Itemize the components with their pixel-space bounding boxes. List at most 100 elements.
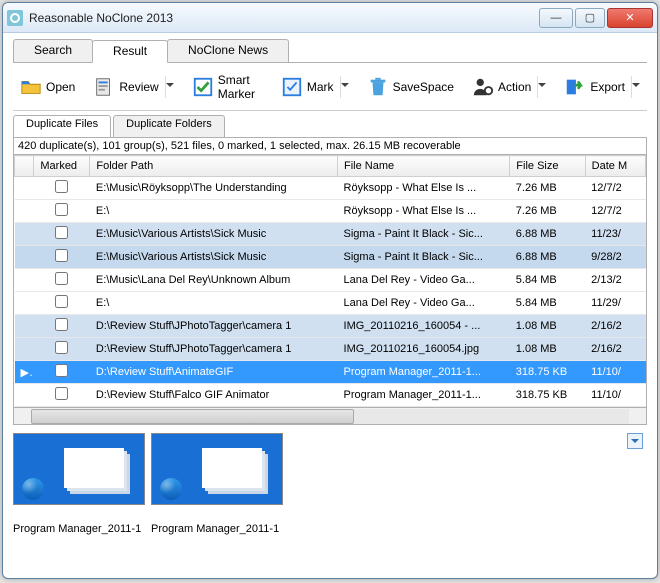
row-checkbox[interactable] bbox=[55, 226, 68, 239]
date-cell: 12/7/2 bbox=[585, 200, 645, 223]
mark-button[interactable]: Mark bbox=[274, 71, 356, 103]
save-space-label: SaveSpace bbox=[393, 80, 454, 94]
preview-thumbnail[interactable] bbox=[151, 433, 283, 505]
marked-cell[interactable] bbox=[34, 292, 90, 315]
folder-cell: E:\Music\Various Artists\Sick Music bbox=[90, 246, 338, 269]
mark-label: Mark bbox=[307, 80, 334, 94]
marked-cell[interactable] bbox=[34, 223, 90, 246]
action-dropdown[interactable] bbox=[537, 76, 546, 98]
table-row[interactable]: D:\Review Stuff\JPhotoTagger\camera 1IMG… bbox=[15, 315, 646, 338]
review-button[interactable]: Review bbox=[86, 71, 180, 103]
tab-result[interactable]: Result bbox=[92, 40, 168, 63]
filename-cell: IMG_20110216_160054.jpg bbox=[338, 338, 510, 361]
row-checkbox[interactable] bbox=[55, 341, 68, 354]
export-button[interactable]: Export bbox=[557, 71, 647, 103]
table-row[interactable]: E:\Music\Various Artists\Sick MusicSigma… bbox=[15, 246, 646, 269]
marked-cell[interactable] bbox=[34, 200, 90, 223]
action-label: Action bbox=[498, 80, 531, 94]
trash-icon bbox=[367, 76, 389, 98]
download-icon[interactable] bbox=[627, 433, 643, 449]
marked-cell[interactable] bbox=[34, 177, 90, 200]
export-icon bbox=[564, 76, 586, 98]
marked-cell[interactable] bbox=[34, 384, 90, 407]
action-button[interactable]: Action bbox=[465, 71, 553, 103]
marked-cell[interactable] bbox=[34, 338, 90, 361]
date-cell: 2/16/2 bbox=[585, 338, 645, 361]
date-cell: 9/28/2 bbox=[585, 246, 645, 269]
open-button[interactable]: Open bbox=[13, 71, 82, 103]
folder-cell: E:\Music\Various Artists\Sick Music bbox=[90, 223, 338, 246]
tab-news[interactable]: NoClone News bbox=[167, 39, 289, 62]
col-folder[interactable]: Folder Path bbox=[90, 156, 338, 177]
date-cell: 12/7/2 bbox=[585, 177, 645, 200]
row-checkbox[interactable] bbox=[55, 249, 68, 262]
date-cell: 11/10/ bbox=[585, 384, 645, 407]
folder-cell: E:\ bbox=[90, 200, 338, 223]
filename-cell: IMG_20110216_160054 - ... bbox=[338, 315, 510, 338]
preview-caption: Program Manager_2011-1 bbox=[13, 523, 145, 535]
review-icon bbox=[93, 76, 115, 98]
results-grid[interactable]: Marked Folder Path File Name File Size D… bbox=[13, 155, 647, 408]
titlebar[interactable]: Reasonable NoClone 2013 — ▢ ✕ bbox=[3, 3, 657, 33]
export-label: Export bbox=[590, 80, 625, 94]
row-pointer bbox=[15, 338, 34, 361]
table-row[interactable]: E:\Music\Various Artists\Sick MusicSigma… bbox=[15, 223, 646, 246]
col-date[interactable]: Date M bbox=[585, 156, 645, 177]
close-button[interactable]: ✕ bbox=[607, 8, 653, 28]
row-pointer bbox=[15, 177, 34, 200]
marked-cell[interactable] bbox=[34, 246, 90, 269]
size-cell: 1.08 MB bbox=[510, 315, 585, 338]
row-checkbox[interactable] bbox=[55, 387, 68, 400]
mark-dropdown[interactable] bbox=[340, 76, 349, 98]
main-tabs: Search Result NoClone News bbox=[13, 39, 647, 63]
minimize-button[interactable]: — bbox=[539, 8, 573, 28]
filename-cell: Sigma - Paint It Black - Sic... bbox=[338, 223, 510, 246]
table-row[interactable]: ▶D:\Review Stuff\AnimateGIFProgram Manag… bbox=[15, 361, 646, 384]
table-row[interactable]: E:\Röyksopp - What Else Is ...7.26 MB12/… bbox=[15, 200, 646, 223]
row-pointer bbox=[15, 269, 34, 292]
filename-cell: Program Manager_2011-1... bbox=[338, 384, 510, 407]
col-size[interactable]: File Size bbox=[510, 156, 585, 177]
folder-cell: E:\Music\Röyksopp\The Understanding bbox=[90, 177, 338, 200]
filename-cell: Lana Del Rey - Video Ga... bbox=[338, 269, 510, 292]
row-indicator-header bbox=[15, 156, 34, 177]
save-space-button[interactable]: SaveSpace bbox=[360, 71, 461, 103]
preview-thumbnail[interactable] bbox=[13, 433, 145, 505]
row-checkbox[interactable] bbox=[55, 203, 68, 216]
size-cell: 5.84 MB bbox=[510, 292, 585, 315]
col-marked[interactable]: Marked bbox=[34, 156, 90, 177]
marked-cell[interactable] bbox=[34, 269, 90, 292]
review-label: Review bbox=[119, 80, 158, 94]
col-filename[interactable]: File Name bbox=[338, 156, 510, 177]
table-row[interactable]: E:\Music\Lana Del Rey\Unknown AlbumLana … bbox=[15, 269, 646, 292]
row-checkbox[interactable] bbox=[55, 295, 68, 308]
row-checkbox[interactable] bbox=[55, 180, 68, 193]
row-pointer bbox=[15, 223, 34, 246]
filename-cell: Röyksopp - What Else Is ... bbox=[338, 200, 510, 223]
subtab-duplicate-files[interactable]: Duplicate Files bbox=[13, 115, 111, 137]
table-row[interactable]: E:\Lana Del Rey - Video Ga...5.84 MB11/2… bbox=[15, 292, 646, 315]
table-row[interactable]: D:\Review Stuff\Falco GIF AnimatorProgra… bbox=[15, 384, 646, 407]
subtab-duplicate-folders[interactable]: Duplicate Folders bbox=[113, 115, 225, 137]
row-checkbox[interactable] bbox=[55, 318, 68, 331]
export-dropdown[interactable] bbox=[631, 76, 640, 98]
marked-cell[interactable] bbox=[34, 315, 90, 338]
folder-cell: D:\Review Stuff\JPhotoTagger\camera 1 bbox=[90, 338, 338, 361]
smart-marker-button[interactable]: Smart Marker bbox=[185, 68, 270, 106]
size-cell: 7.26 MB bbox=[510, 177, 585, 200]
preview-caption: Program Manager_2011-1 bbox=[151, 523, 283, 535]
checkbox-icon bbox=[192, 76, 214, 98]
filename-cell: Program Manager_2011-1... bbox=[338, 361, 510, 384]
horizontal-scrollbar[interactable] bbox=[13, 408, 647, 425]
review-dropdown[interactable] bbox=[165, 76, 174, 98]
row-checkbox[interactable] bbox=[55, 364, 68, 377]
size-cell: 318.75 KB bbox=[510, 384, 585, 407]
tab-search[interactable]: Search bbox=[13, 39, 93, 62]
folder-cell: D:\Review Stuff\JPhotoTagger\camera 1 bbox=[90, 315, 338, 338]
table-row[interactable]: D:\Review Stuff\JPhotoTagger\camera 1IMG… bbox=[15, 338, 646, 361]
folder-cell: E:\Music\Lana Del Rey\Unknown Album bbox=[90, 269, 338, 292]
marked-cell[interactable] bbox=[34, 361, 90, 384]
table-row[interactable]: E:\Music\Röyksopp\The UnderstandingRöyks… bbox=[15, 177, 646, 200]
row-checkbox[interactable] bbox=[55, 272, 68, 285]
maximize-button[interactable]: ▢ bbox=[575, 8, 605, 28]
